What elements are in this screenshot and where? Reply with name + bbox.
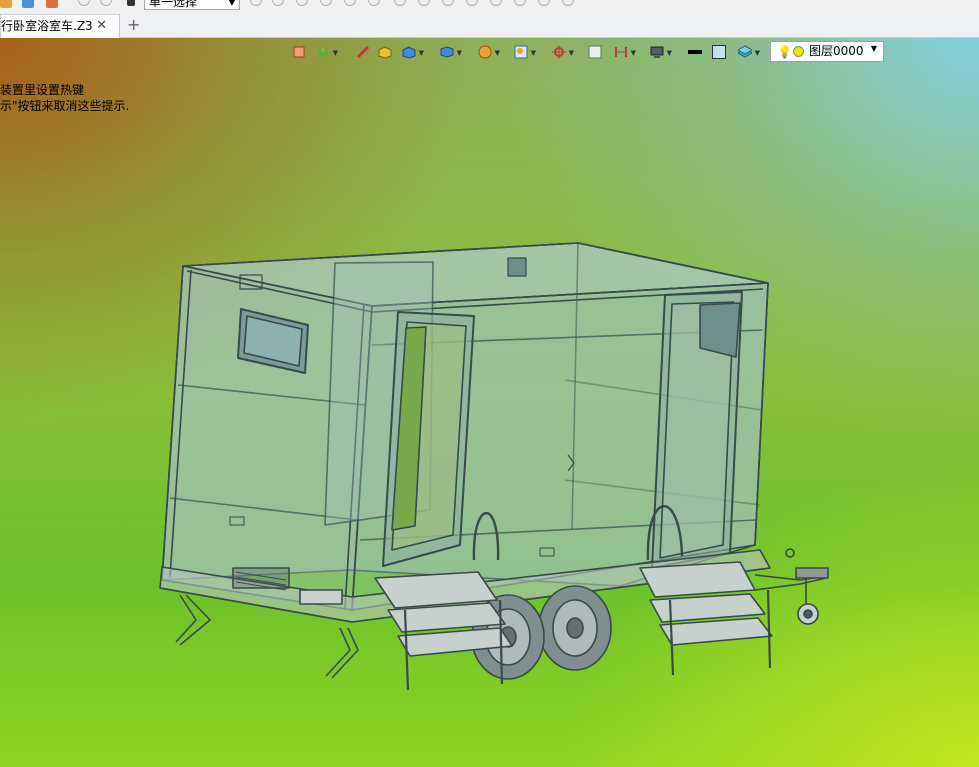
dimension-icon[interactable]: ▼ (614, 45, 636, 59)
rotate-tool-icon[interactable] (418, 0, 430, 6)
render-mode-icon[interactable] (356, 45, 370, 59)
settings-icon[interactable] (538, 0, 550, 6)
undo-icon[interactable] (78, 0, 90, 6)
zoom-window-icon[interactable]: ▼ (514, 45, 536, 59)
layer-name: 图层0000 (809, 44, 864, 58)
app-icon[interactable] (0, 0, 12, 8)
hint-text-line-2: 示"按钮来取消这些提示. (0, 99, 130, 113)
circle-tool-icon[interactable] (296, 0, 308, 6)
mirror-tool-icon[interactable] (466, 0, 478, 6)
face-color-icon[interactable] (712, 45, 726, 59)
box-view-icon[interactable]: ▼ (402, 45, 424, 59)
layer-color-icon (793, 46, 804, 57)
redo-icon[interactable] (100, 0, 112, 6)
fillet-tool-icon[interactable] (442, 0, 454, 6)
tab-file-label: 旅行卧室浴室车.Z3 (1, 19, 93, 33)
line-color-icon[interactable] (688, 45, 702, 59)
shaded-box-icon[interactable] (378, 45, 392, 59)
print-icon[interactable] (46, 0, 58, 8)
save-icon[interactable] (22, 0, 34, 8)
add-tab-button[interactable]: + (127, 15, 140, 35)
select-mode-value: 单一选择 (149, 0, 198, 9)
document-tab-bar: 旅行卧室浴室车.Z3 ✕ (0, 12, 979, 38)
chevron-down-icon: ▼ (870, 44, 877, 53)
layers-icon[interactable]: ▼ (738, 45, 760, 59)
layer-dropdown[interactable]: 💡 图层0000 ▼ (770, 41, 884, 62)
offset-tool-icon[interactable] (514, 0, 526, 6)
view-orient-icon[interactable]: ▼ (316, 45, 338, 59)
tab-file[interactable]: 旅行卧室浴室车.Z3 ✕ (0, 14, 120, 38)
trailer-model[interactable] (0, 38, 979, 767)
close-icon[interactable]: ✕ (96, 15, 107, 37)
point-tool-icon[interactable] (320, 0, 332, 6)
chevron-down-icon: ▼ (228, 0, 235, 7)
section-view-icon[interactable]: ▼ (440, 45, 462, 59)
move-tool-icon[interactable] (394, 0, 406, 6)
viewport-3d[interactable]: 装置里设置热键 示"按钮来取消这些提示. (0, 38, 979, 767)
frame-icon[interactable] (588, 45, 602, 59)
extend-tool-icon[interactable] (368, 0, 380, 6)
sphere-icon[interactable]: ▼ (478, 45, 500, 59)
target-icon[interactable]: ▼ (552, 45, 574, 59)
stop-icon[interactable] (127, 0, 135, 6)
hint-text-line-1: 装置里设置热键 (0, 83, 85, 97)
select-mode-dropdown[interactable]: 单一选择 ▼ (144, 0, 240, 10)
line-tool-icon[interactable] (250, 0, 262, 6)
display-icon[interactable]: ▼ (650, 45, 672, 59)
lightbulb-icon[interactable]: 💡 (777, 45, 792, 59)
arc-tool-icon[interactable] (272, 0, 284, 6)
zoom-extent-icon[interactable] (292, 45, 306, 59)
main-toolbar: 单一选择 ▼ (0, 0, 979, 12)
help-icon[interactable] (562, 0, 574, 6)
trim-tool-icon[interactable] (344, 0, 356, 6)
trim2-tool-icon[interactable] (490, 0, 502, 6)
